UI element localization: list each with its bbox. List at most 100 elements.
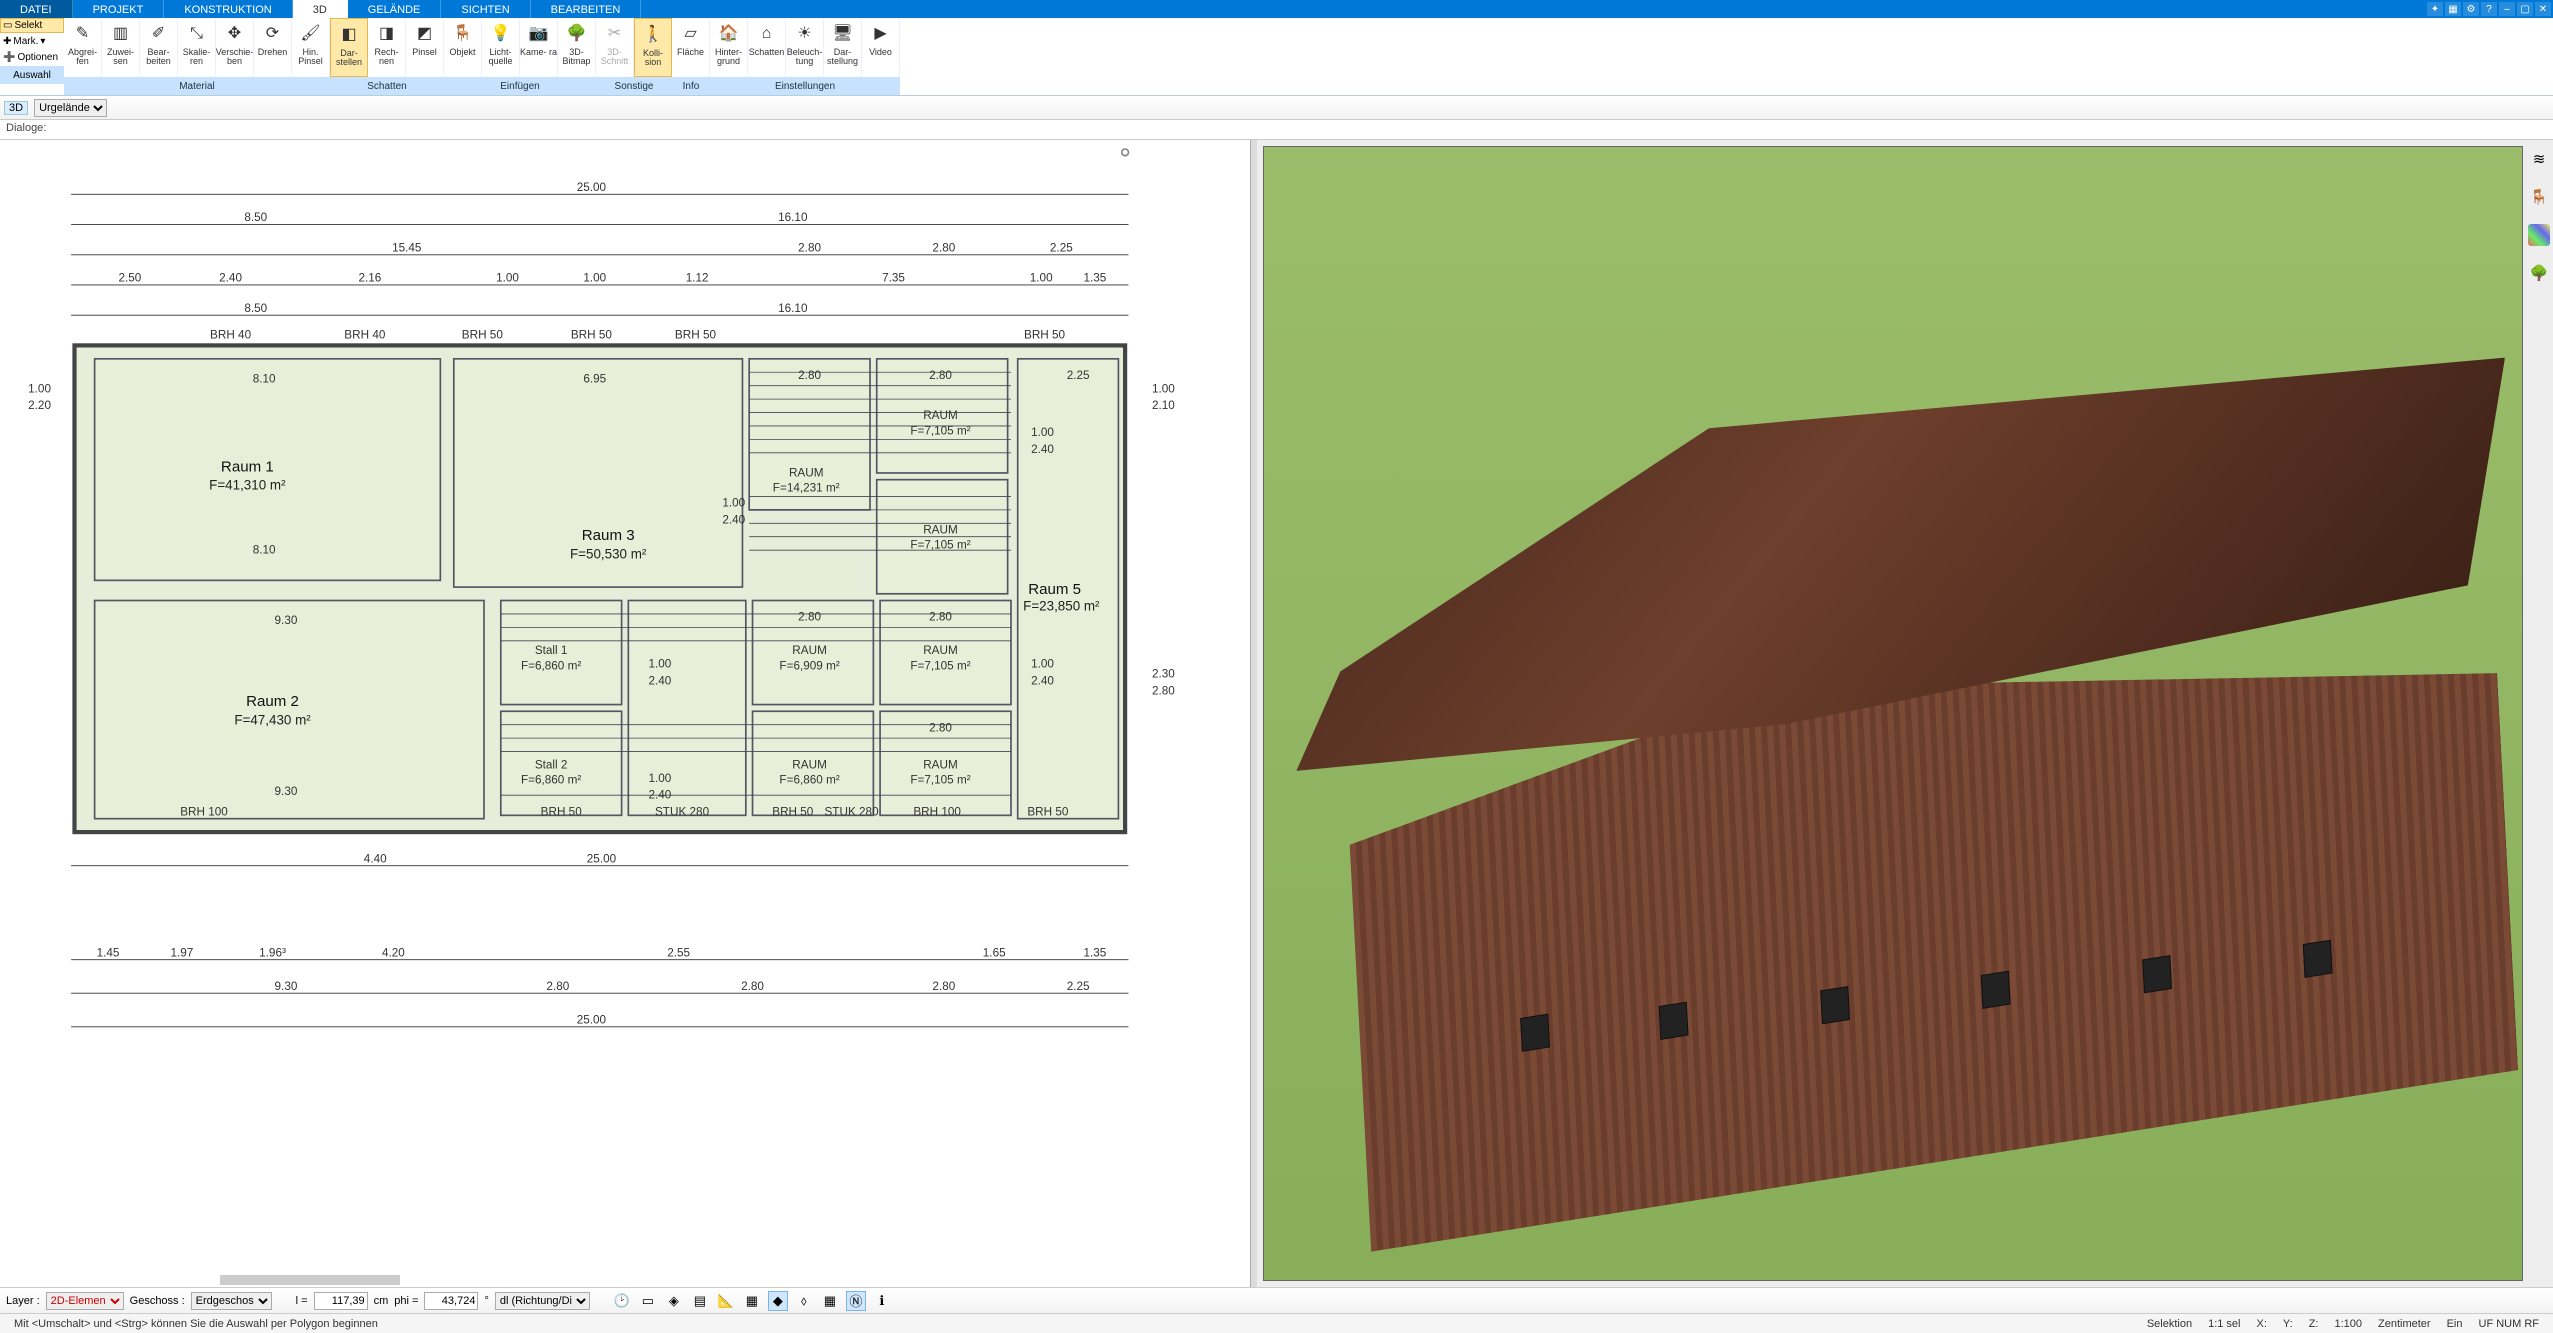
material-abgreifen[interactable]: ✎Abgrei- fen <box>64 18 102 77</box>
raumC-name: RAUM <box>792 644 827 657</box>
context-bar: 3D Urgelände <box>0 96 2553 120</box>
raum1-area: F=41,310 m² <box>209 478 286 493</box>
colors-icon[interactable] <box>2528 224 2550 246</box>
set-beleuchtung[interactable]: ☀Beleuch- tung <box>786 18 824 77</box>
left-2-20: 2.20 <box>28 399 51 412</box>
label: Licht- quelle <box>482 48 519 67</box>
layers-toggle-icon[interactable]: ▤ <box>690 1291 710 1311</box>
l-input[interactable] <box>314 1292 368 1310</box>
brh100b: BRH 100 <box>913 805 961 818</box>
schatten-pinsel[interactable]: ◩Pinsel <box>406 18 444 77</box>
section-icon: ✂ <box>603 22 627 46</box>
maximize-button[interactable]: ▢ <box>2517 2 2533 16</box>
layer-select[interactable]: 2D-Elemen <box>46 1292 124 1310</box>
set-hintergrund[interactable]: 🏠Hinter- grund <box>710 18 748 77</box>
label: Dar- stellung <box>824 48 861 67</box>
tab-sichten[interactable]: SICHTEN <box>441 0 530 18</box>
mode-select[interactable]: dl (Richtung/Di <box>495 1292 590 1310</box>
dim-15-45: 15.45 <box>392 241 422 254</box>
insert-kamera[interactable]: 📷Kame- ra <box>520 18 558 77</box>
dim-4-40: 4.40 <box>364 852 387 865</box>
ribbon-group-einstellungen: 🏠Hinter- grund ⌂Schatten ☀Beleuch- tung … <box>710 18 900 95</box>
select-tool[interactable]: ▭ Selekt <box>0 18 64 33</box>
status-ein: Ein <box>2439 1318 2471 1330</box>
options-tool[interactable]: ➕ Optionen <box>0 50 64 65</box>
tree-icon[interactable]: 🌳 <box>2528 262 2550 284</box>
status-y: Y: <box>2275 1318 2301 1330</box>
insert-3d-bitmap[interactable]: 🌳3D- Bitmap <box>558 18 596 77</box>
raum3-name: Raum 3 <box>582 527 635 544</box>
tab-3d[interactable]: 3D <box>293 0 348 18</box>
phi-input[interactable] <box>424 1292 478 1310</box>
set-darstellung[interactable]: 🖥Dar- stellung <box>824 18 862 77</box>
schatten-rechnen[interactable]: ◨Rech- nen <box>368 18 406 77</box>
set-video[interactable]: ▶Video <box>862 18 900 77</box>
insert-objekt[interactable]: 🪑Objekt <box>444 18 482 77</box>
qhelp-icon[interactable]: ? <box>2481 2 2497 16</box>
label: 3D- Schnitt <box>596 48 633 67</box>
dim-7-35: 7.35 <box>882 272 905 285</box>
einstellungen-group-label: Einstellungen <box>710 77 900 95</box>
status-x: X: <box>2249 1318 2275 1330</box>
person-icon: 🚶 <box>641 23 665 47</box>
help-icon[interactable]: ✦ <box>2427 2 2443 16</box>
rl-197: 1.97 <box>170 946 193 959</box>
dialog-label: Dialoge: <box>6 122 46 134</box>
furniture-icon[interactable]: 🪑 <box>2528 186 2550 208</box>
material-skalieren[interactable]: ⤡Skalie- ren <box>178 18 216 77</box>
dim-16-10: 16.10 <box>778 211 808 224</box>
view-3d-pane[interactable]: ≋ 🪑 🌳 <box>1257 140 2553 1287</box>
tab-konstruktion[interactable]: KONSTRUKTION <box>164 0 292 18</box>
terrain-select[interactable]: Urgelände <box>34 99 107 117</box>
ribbon-group-info: ▱Fläche Info <box>672 18 710 95</box>
tab-datei[interactable]: DATEI <box>0 0 73 18</box>
raumA2-area: F=7,105 m² <box>910 538 970 551</box>
raum2-name: Raum 2 <box>246 693 299 710</box>
status-scale: 1:100 <box>2326 1318 2370 1330</box>
status-selektion: Selektion <box>2139 1318 2200 1330</box>
layout-icon[interactable]: ▦ <box>2445 2 2461 16</box>
rl-145: 1.45 <box>97 946 120 959</box>
roof-toggle-icon[interactable]: ⬨ <box>794 1291 814 1311</box>
material-verschieben[interactable]: ✥Verschie- ben <box>216 18 254 77</box>
material-bearbeiten[interactable]: ✐Bear- beiten <box>140 18 178 77</box>
set-schatten[interactable]: ⌂Schatten <box>748 18 786 77</box>
view-palette: ≋ 🪑 🌳 <box>2527 148 2551 284</box>
tab-bearbeiten[interactable]: BEARBEITEN <box>531 0 642 18</box>
kollision[interactable]: 🚶Kolli- sion <box>634 18 672 77</box>
options-icon[interactable]: ⚙ <box>2463 2 2479 16</box>
material-zuweisen[interactable]: ▥Zuwei- sen <box>102 18 140 77</box>
mark-tool[interactable]: ✚ Mark. ▾ <box>0 34 64 49</box>
layers-icon[interactable]: ≋ <box>2528 148 2550 170</box>
north-icon[interactable]: Ⓝ <box>846 1291 866 1311</box>
info-icon[interactable]: ℹ <box>872 1291 892 1311</box>
material-drehen[interactable]: ⟳Drehen <box>254 18 292 77</box>
close-button[interactable]: ✕ <box>2535 2 2551 16</box>
screen-icon[interactable]: ▭ <box>638 1291 658 1311</box>
measure-icon[interactable]: 📐 <box>716 1291 736 1311</box>
floor-icon[interactable]: ◆ <box>768 1291 788 1311</box>
plan-2d-pane[interactable]: .dl { stroke:#333; stroke-width:0.5; } .… <box>0 140 1251 1287</box>
grid-icon[interactable]: ▦ <box>820 1291 840 1311</box>
brh50c: BRH 50 <box>675 329 717 342</box>
hatch-icon[interactable]: ▦ <box>742 1291 762 1311</box>
3d-canvas[interactable] <box>1263 146 2523 1281</box>
status-caps: UF NUM RF <box>2471 1318 2548 1330</box>
label: Kame- ra <box>520 48 557 57</box>
geschoss-select[interactable]: Erdgeschos <box>191 1292 272 1310</box>
horizontal-scrollbar[interactable] <box>220 1275 400 1285</box>
stall2: Stall 2 <box>535 758 568 771</box>
ribbon-group-material: ✎Abgrei- fen ▥Zuwei- sen ✐Bear- beiten ⤡… <box>64 18 330 95</box>
clock-icon[interactable]: 🕑 <box>612 1291 632 1311</box>
3d-schnitt[interactable]: ✂ 3D- Schnitt <box>596 18 634 77</box>
label: Pinsel <box>412 48 437 57</box>
object-icon[interactable]: ◈ <box>664 1291 684 1311</box>
schatten-darstellen[interactable]: ◧Dar- stellen <box>330 18 368 77</box>
insert-licht[interactable]: 💡Licht- quelle <box>482 18 520 77</box>
info-flaeche[interactable]: ▱Fläche <box>672 18 710 77</box>
dim-1-12: 1.12 <box>686 272 709 285</box>
tab-projekt[interactable]: PROJEKT <box>73 0 165 18</box>
tab-gelaende[interactable]: GELÄNDE <box>348 0 442 18</box>
minimize-button[interactable]: – <box>2499 2 2515 16</box>
material-hinpinsel[interactable]: 🖌Hin. Pinsel <box>292 18 330 77</box>
